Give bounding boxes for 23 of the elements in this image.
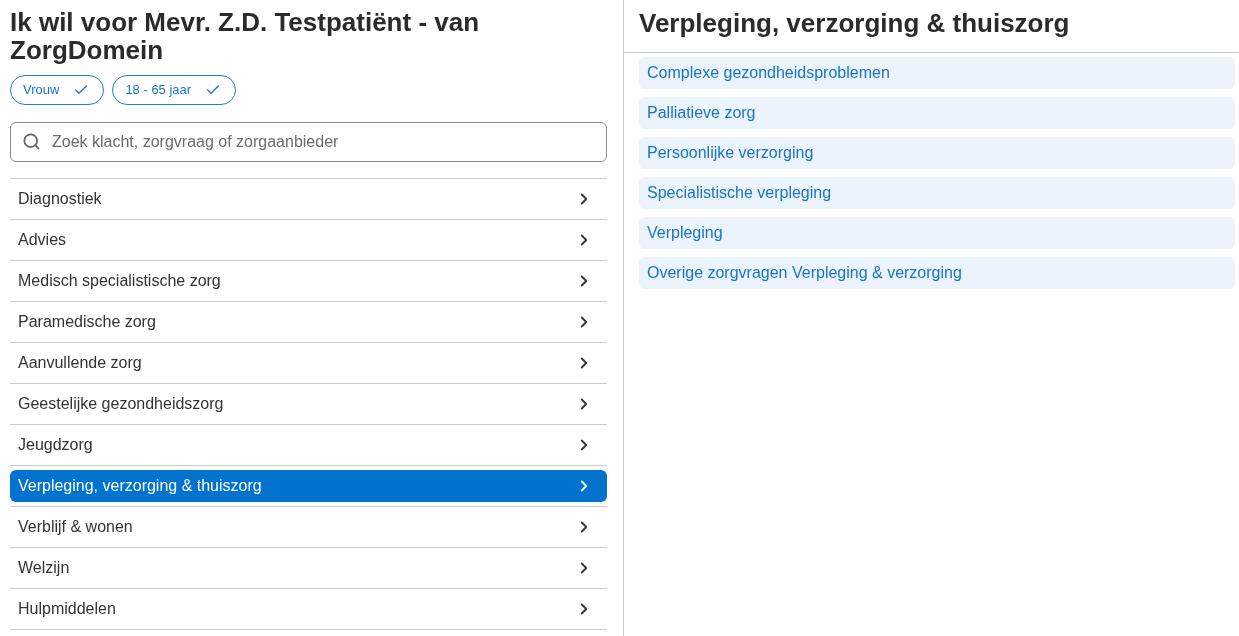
category-item[interactable]: Geestelijke gezondheidszorg: [10, 388, 607, 420]
section-title: Verpleging, verzorging & thuiszorg: [639, 7, 1071, 39]
category-item[interactable]: Welzijn: [10, 552, 607, 584]
category-item[interactable]: Jeugdzorg: [10, 429, 607, 461]
category-item[interactable]: Advies: [10, 224, 607, 256]
subcategory-link[interactable]: Persoonlijke verzorging: [639, 137, 1235, 169]
search-icon: [22, 132, 41, 151]
category-item[interactable]: Hulpmiddelen: [10, 593, 607, 625]
subcategory-link[interactable]: Specialistische verpleging: [639, 177, 1235, 209]
category-item[interactable]: Medisch specialistische zorg: [10, 265, 607, 297]
page-title: Ik wil voor Mevr. Z.D. Testpatiënt - van ZorgDomein: [10, 8, 481, 64]
category-item[interactable]: Verblijf & wonen: [10, 511, 607, 543]
category-item[interactable]: Verpleging, verzorging & thuiszorg: [10, 470, 607, 502]
category-item[interactable]: Diagnostiek: [10, 183, 607, 215]
filter-chip[interactable]: 18 - 65 jaar: [112, 75, 237, 105]
subcategory-link[interactable]: Complexe gezondheidsproblemen: [639, 57, 1235, 89]
filter-chip[interactable]: Vrouw: [10, 75, 105, 105]
subcategory-link[interactable]: Overige zorgvragen Verpleging & verzorging: [639, 257, 1235, 289]
category-item[interactable]: Paramedische zorg: [10, 306, 607, 338]
category-item[interactable]: Aanvullende zorg: [10, 347, 607, 379]
search-field[interactable]: Zoek klacht, zorgvraag of zorgaanbieder: [10, 122, 607, 162]
subcategory-link[interactable]: Verpleging: [639, 217, 1235, 249]
subcategory-link[interactable]: Palliatieve zorg: [639, 97, 1235, 129]
